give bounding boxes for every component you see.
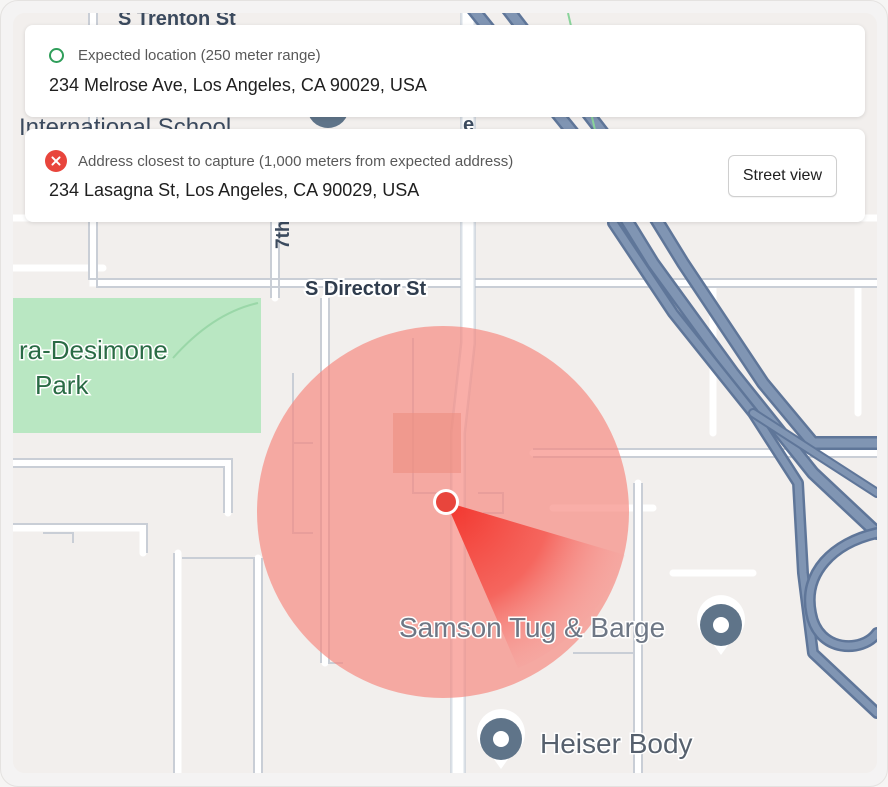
expected-address: 234 Melrose Ave, Los Angeles, CA 90029, … — [49, 75, 427, 95]
closest-address-card: Address closest to capture (1,000 meters… — [25, 129, 865, 222]
closest-address-label: Address closest to capture (1,000 meters… — [78, 152, 514, 170]
street-label-7th: 7th — [273, 221, 294, 250]
map-canvas[interactable]: S Trenton St International School e 7th … — [13, 13, 877, 773]
poi-label-heiser[interactable]: Heiser Body — [539, 727, 695, 761]
error-x-icon — [45, 150, 67, 172]
street-label-director: S Director St — [305, 278, 426, 300]
expected-location-card: Expected location (250 meter range) 234 … — [25, 25, 865, 117]
street-view-button[interactable]: Street view — [727, 155, 837, 197]
map-svg: S Trenton St International School e 7th … — [13, 13, 877, 773]
map-panel: S Trenton St International School e 7th … — [0, 0, 888, 787]
expected-location-label-row: Expected location (250 meter range) — [49, 47, 321, 64]
park-area — [13, 298, 261, 433]
expected-location-label: Expected location (250 meter range) — [78, 47, 321, 64]
closest-address-label-row: Address closest to capture (1,000 meters… — [45, 150, 514, 172]
park-label-line1: ra-Desimone — [19, 335, 168, 365]
closest-address: 234 Lasagna St, Los Angeles, CA 90029, U… — [49, 180, 420, 200]
park-label-line2: Park — [35, 370, 89, 400]
capture-point[interactable] — [436, 492, 456, 512]
poi-label-samson[interactable]: Samson Tug & Barge — [398, 611, 667, 645]
circle-outline-icon — [49, 48, 64, 63]
